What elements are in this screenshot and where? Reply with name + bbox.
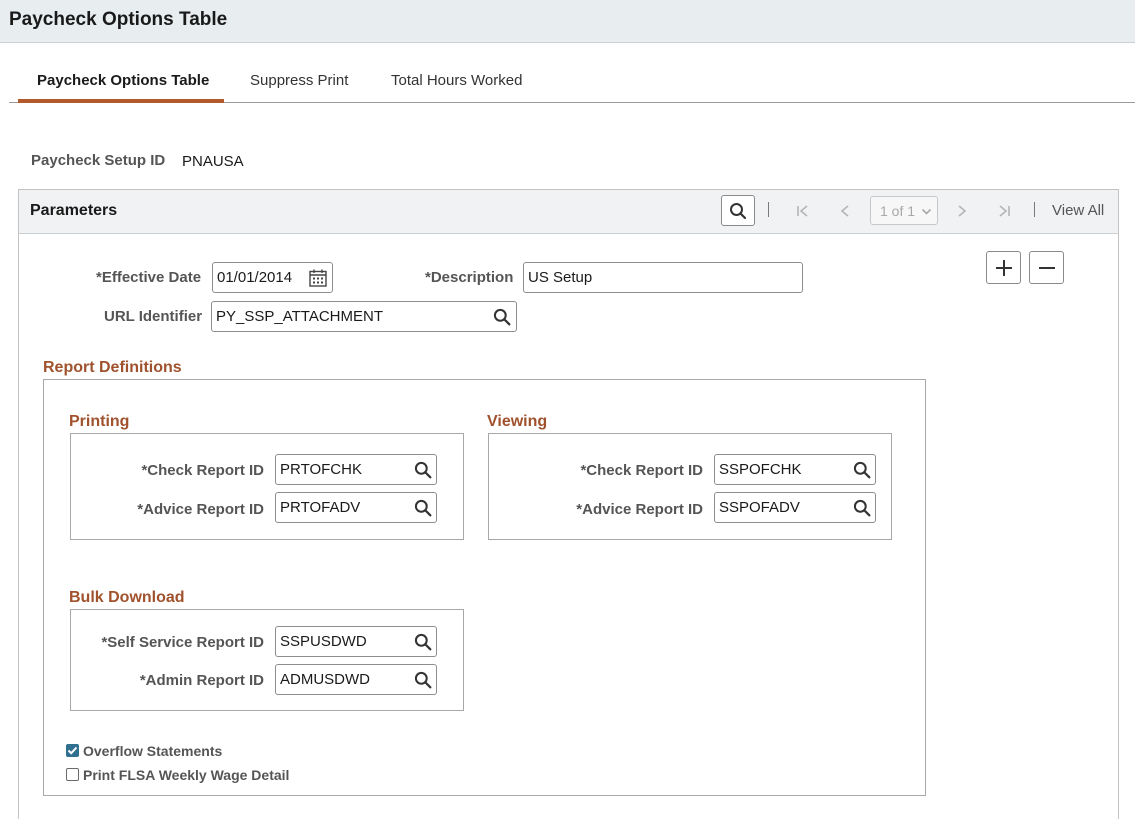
viewing-check-report-field[interactable]: SSPOFCHK xyxy=(714,454,876,485)
overflow-statements-checkbox[interactable] xyxy=(66,744,79,757)
print-flsa-checkbox[interactable] xyxy=(66,768,79,781)
printing-box xyxy=(70,433,464,540)
description-value: US Setup xyxy=(528,269,593,286)
calendar-icon[interactable] xyxy=(309,269,327,287)
bulk-download-box xyxy=(70,609,464,711)
printing-check-report-field[interactable]: PRTOFCHK xyxy=(275,454,437,485)
effective-date-field[interactable]: 01/01/2014 xyxy=(212,262,333,293)
first-page-button[interactable] xyxy=(793,201,813,221)
view-all-link[interactable]: View All xyxy=(1052,202,1104,219)
lookup-icon[interactable] xyxy=(414,633,432,651)
page-select-value: 1 of 1 xyxy=(880,203,916,219)
delete-icon xyxy=(1038,266,1055,269)
check-icon xyxy=(67,746,78,755)
viewing-check-report-label: *Check Report ID xyxy=(580,462,703,479)
admin-report-label: *Admin Report ID xyxy=(139,672,264,689)
admin-report-value: ADMUSDWD xyxy=(280,671,370,688)
printing-advice-report-field[interactable]: PRTOFADV xyxy=(275,492,437,523)
description-label: *Description xyxy=(425,269,514,286)
admin-report-field[interactable]: ADMUSDWD xyxy=(275,664,437,695)
report-definitions-title: Report Definitions xyxy=(43,359,182,376)
viewing-advice-report-value: SSPOFADV xyxy=(719,499,800,516)
next-button[interactable] xyxy=(952,201,972,221)
printing-advice-report-label: *Advice Report ID xyxy=(137,501,264,518)
tab-paycheck-options-table[interactable]: Paycheck Options Table xyxy=(37,72,209,89)
find-button[interactable] xyxy=(721,195,755,226)
viewing-title: Viewing xyxy=(487,413,548,430)
lookup-icon[interactable] xyxy=(414,461,432,479)
effective-date-label: *Effective Date xyxy=(96,269,202,286)
print-flsa-label[interactable]: Print FLSA Weekly Wage Detail xyxy=(83,767,289,783)
printing-check-report-label: *Check Report ID xyxy=(141,462,264,479)
setup-id-value: PNAUSA xyxy=(182,153,244,170)
printing-title: Printing xyxy=(69,413,130,430)
url-identifier-value: PY_SSP_ATTACHMENT xyxy=(216,308,383,325)
bulk-download-title: Bulk Download xyxy=(69,589,185,606)
first-page-icon xyxy=(797,205,808,217)
overflow-statements-label[interactable]: Overflow Statements xyxy=(83,743,222,759)
printing-advice-report-value: PRTOFADV xyxy=(280,499,361,516)
pager-separator xyxy=(768,202,769,217)
url-identifier-field[interactable]: PY_SSP_ATTACHMENT xyxy=(211,301,517,332)
viewing-advice-report-field[interactable]: SSPOFADV xyxy=(714,492,876,523)
next-icon xyxy=(958,205,967,217)
viewing-check-report-value: SSPOFCHK xyxy=(719,461,802,478)
previous-icon xyxy=(840,205,849,217)
tab-suppress-print[interactable]: Suppress Print xyxy=(250,72,348,89)
lookup-icon[interactable] xyxy=(853,461,871,479)
page-title: Paycheck Options Table xyxy=(9,9,228,30)
last-page-icon xyxy=(999,205,1010,217)
search-icon xyxy=(730,202,747,219)
description-field[interactable]: US Setup xyxy=(523,262,803,293)
lookup-icon[interactable] xyxy=(414,499,432,517)
chevron-down-icon xyxy=(921,208,932,215)
last-page-button[interactable] xyxy=(994,201,1014,221)
lookup-icon[interactable] xyxy=(493,308,511,326)
parameters-title: Parameters xyxy=(30,202,118,219)
setup-id-label: Paycheck Setup ID xyxy=(31,152,166,169)
lookup-icon[interactable] xyxy=(853,499,871,517)
self-service-report-value: SSPUSDWD xyxy=(280,633,367,650)
self-service-report-label: *Self Service Report ID xyxy=(101,634,264,651)
delete-row-button[interactable] xyxy=(1029,251,1064,284)
active-tab-indicator xyxy=(18,99,224,103)
viewing-advice-report-label: *Advice Report ID xyxy=(576,501,703,518)
printing-check-report-value: PRTOFCHK xyxy=(280,461,362,478)
tab-total-hours-worked[interactable]: Total Hours Worked xyxy=(391,72,522,89)
url-identifier-label: URL Identifier xyxy=(104,308,203,325)
add-row-button[interactable] xyxy=(986,251,1021,284)
viewing-box xyxy=(488,433,892,540)
effective-date-value: 01/01/2014 xyxy=(217,269,293,286)
previous-button[interactable] xyxy=(835,201,855,221)
pager-separator xyxy=(1034,202,1035,217)
page-select[interactable]: 1 of 1 xyxy=(870,196,938,225)
self-service-report-field[interactable]: SSPUSDWD xyxy=(275,626,437,657)
page-header: Paycheck Options Table xyxy=(0,0,1135,43)
add-icon xyxy=(995,259,1012,276)
lookup-icon[interactable] xyxy=(414,671,432,689)
